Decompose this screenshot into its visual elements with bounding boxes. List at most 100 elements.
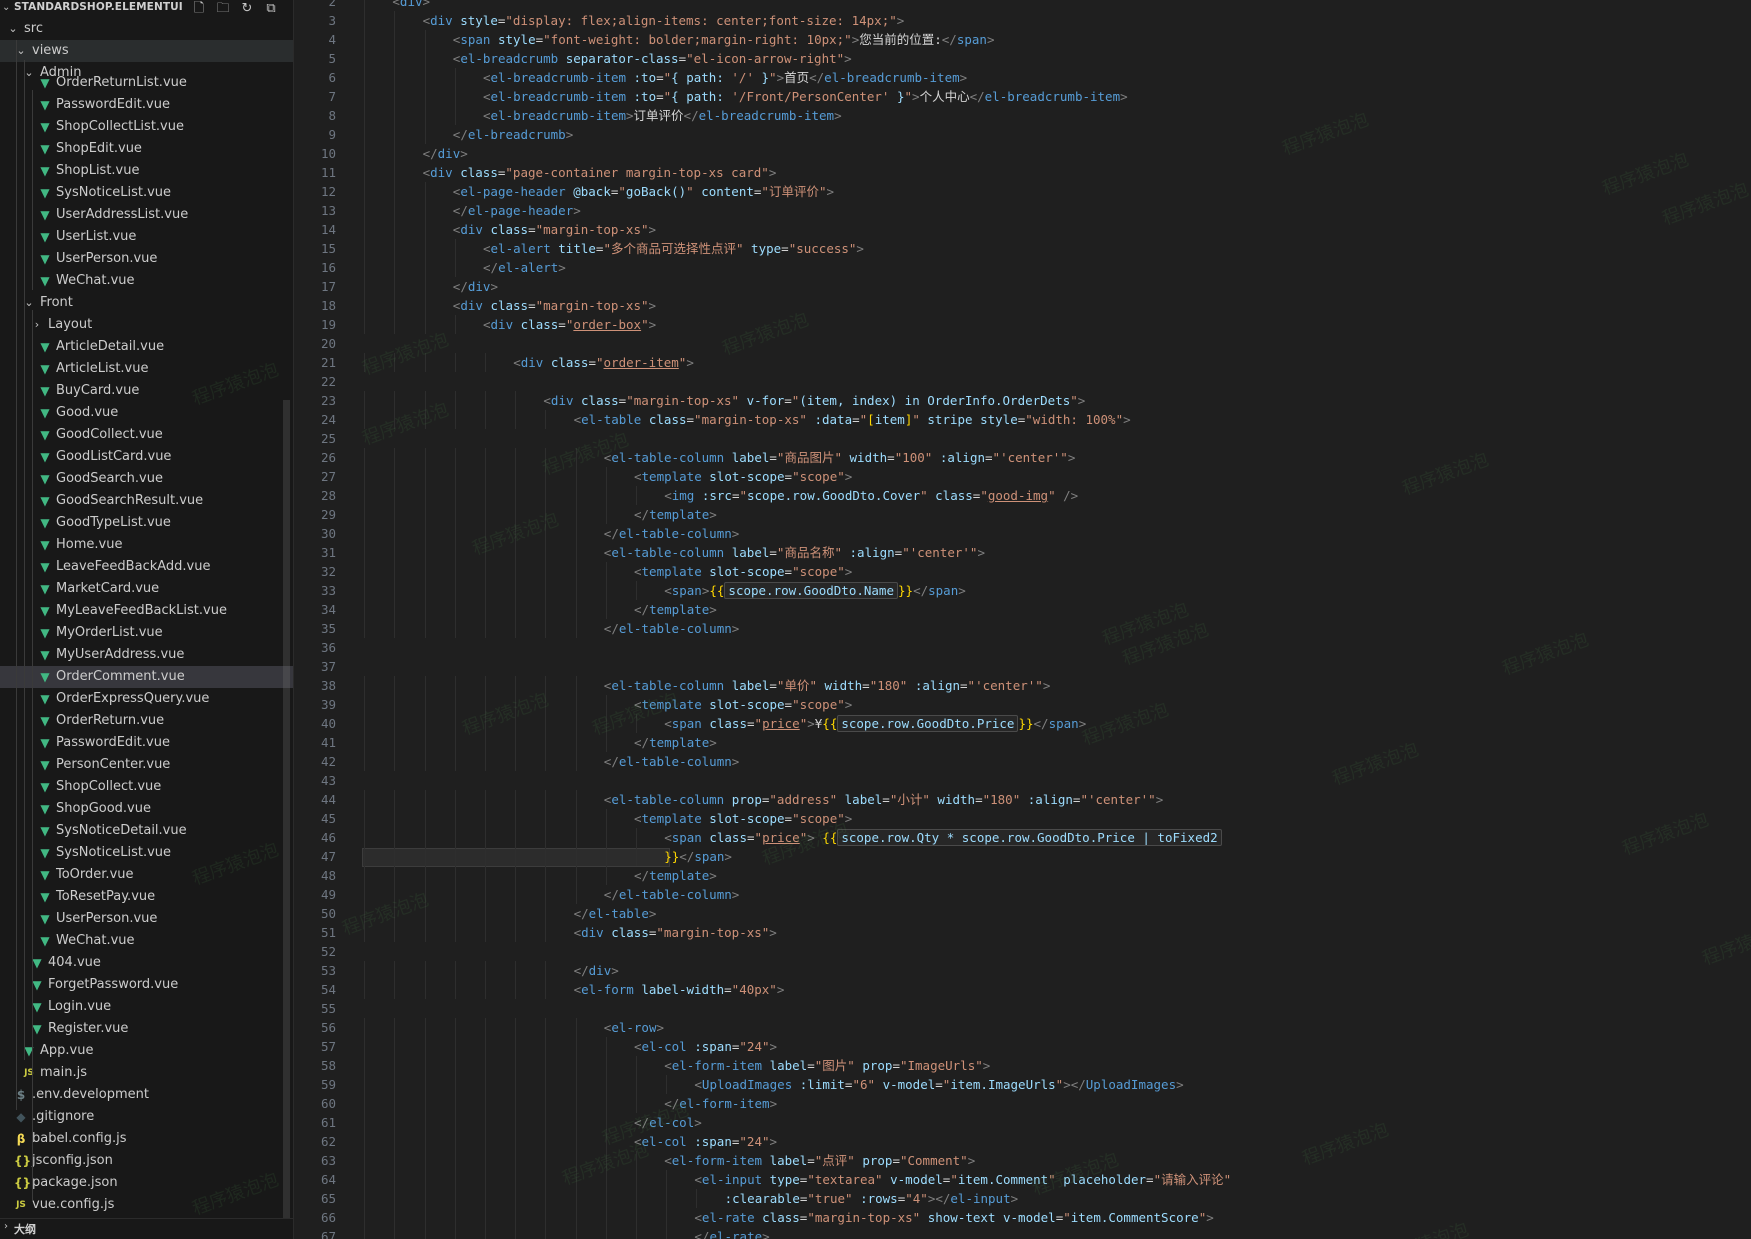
- tree-file[interactable]: ▼ UserPerson.vue: [0, 908, 293, 930]
- code-token: <: [664, 1058, 672, 1073]
- tree-file[interactable]: ▼ MarketCard.vue: [0, 578, 293, 600]
- tree-folder[interactable]: › Layout: [0, 314, 293, 336]
- code-token: style: [497, 32, 536, 47]
- tree-file[interactable]: ▼ App.vue: [0, 1040, 293, 1062]
- tree-file[interactable]: ▼ ShopCollect.vue: [0, 776, 293, 798]
- tree-file[interactable]: {} jsconfig.json: [0, 1150, 293, 1172]
- tree-file[interactable]: ▼ UserAddressList.vue: [0, 204, 293, 226]
- tree-file[interactable]: ▼ UserList.vue: [0, 226, 293, 248]
- new-file-icon[interactable]: 🗋: [191, 1, 207, 17]
- tree-file[interactable]: ▼ UserPerson.vue: [0, 248, 293, 270]
- indent-guide: [394, 125, 396, 144]
- indent-guide: [364, 1227, 366, 1239]
- tree-file[interactable]: ▼ MyLeaveFeedBackList.vue: [0, 600, 293, 622]
- tree-folder[interactable]: ⌄ src: [0, 18, 293, 40]
- code-token: width: [824, 678, 863, 693]
- indent-guide: [394, 410, 396, 429]
- workspace-title[interactable]: STANDARDSHOP.ELEMENTUI: [14, 1, 183, 13]
- tree-file[interactable]: ▼ ArticleDetail.vue: [0, 336, 293, 358]
- indent-guide: [454, 106, 456, 125]
- indent-guide: [364, 961, 366, 980]
- code-editor[interactable]: <div> <div style="display: flex;align-ite…: [362, 0, 1751, 1239]
- tree-file[interactable]: ▼ ForgetPassword.vue: [0, 974, 293, 996]
- code-token: >: [769, 1134, 778, 1149]
- tree-file[interactable]: ▼ LeaveFeedBackAdd.vue: [0, 556, 293, 578]
- tree-file[interactable]: ▼ PasswordEdit.vue: [0, 94, 293, 116]
- line-number: 67: [320, 1229, 336, 1239]
- tree-file[interactable]: ▼ GoodListCard.vue: [0, 446, 293, 468]
- code-token: >: [768, 165, 777, 180]
- indent-guide: [424, 239, 426, 258]
- tree-file[interactable]: JS main.js: [0, 1062, 293, 1084]
- tree-file[interactable]: β babel.config.js: [0, 1128, 293, 1150]
- tree-file[interactable]: {} package.json: [0, 1172, 293, 1194]
- tree-file[interactable]: ▼ OrderExpressQuery.vue: [0, 688, 293, 710]
- indent-guide: [605, 1208, 607, 1227]
- tree-file[interactable]: ▼ SysNoticeDetail.vue: [0, 820, 293, 842]
- code-token: class: [709, 716, 747, 731]
- line-number: 54: [320, 982, 336, 997]
- tree-file[interactable]: ▼ ShopEdit.vue: [0, 138, 293, 160]
- indent-guide: [424, 619, 426, 638]
- tree-file[interactable]: ▼ PasswordEdit.vue: [0, 732, 293, 754]
- tree-file[interactable]: ▼ GoodSearchResult.vue: [0, 490, 293, 512]
- tree-file[interactable]: ▼ ShopCollectList.vue: [0, 116, 293, 138]
- chevron-down-icon[interactable]: ⌄: [2, 2, 10, 13]
- tree-file[interactable]: ▼ Login.vue: [0, 996, 293, 1018]
- indent-guide: [515, 524, 517, 543]
- sidebar-scrollbar[interactable]: [283, 400, 290, 1220]
- tree-file[interactable]: ▼ WeChat.vue: [0, 930, 293, 952]
- tree-file[interactable]: $ .env.development: [0, 1084, 293, 1106]
- collapse-all-icon[interactable]: ⧉: [263, 1, 279, 17]
- indent-guide: [515, 1113, 517, 1132]
- indent-guide: [515, 866, 517, 885]
- code-token: div: [520, 355, 544, 370]
- explorer-actions: 🗋 🗀 ↻ ⧉: [191, 0, 279, 17]
- line-number: 23: [320, 393, 336, 408]
- indent-guide: [515, 562, 517, 581]
- tree-file[interactable]: ▼ SysNoticeList.vue: [0, 182, 293, 204]
- indent-guide: [394, 980, 396, 999]
- tree-file[interactable]: ▼ GoodTypeList.vue: [0, 512, 293, 534]
- tree-file[interactable]: ▼ MyUserAddress.vue: [0, 644, 293, 666]
- tree-file[interactable]: ▼ SysNoticeList.vue: [0, 842, 293, 864]
- tree-file[interactable]: ▼ ShopGood.vue: [0, 798, 293, 820]
- tree-file[interactable]: ▼ Home.vue: [0, 534, 293, 556]
- tree-file[interactable]: ▼ GoodCollect.vue: [0, 424, 293, 446]
- tree-file[interactable]: JS vue.config.js: [0, 1194, 293, 1216]
- indent-guide: [394, 1113, 396, 1132]
- code-token: { path:: [671, 89, 732, 104]
- tree-file[interactable]: ▼ PersonCenter.vue: [0, 754, 293, 776]
- indent-guide: [575, 733, 577, 752]
- tree-folder[interactable]: ⌄ views: [0, 40, 293, 62]
- tree-file[interactable]: ▼ ShopList.vue: [0, 160, 293, 182]
- tree-file[interactable]: ▼ MyOrderList.vue: [0, 622, 293, 644]
- tree-file[interactable]: ▼ ToResetPay.vue: [0, 886, 293, 908]
- outline-section[interactable]: › 大纲: [0, 1218, 293, 1239]
- code-token: <: [543, 393, 551, 408]
- tree-file[interactable]: ▼ Good.vue: [0, 402, 293, 424]
- tree-file[interactable]: ▼ GoodSearch.vue: [0, 468, 293, 490]
- tree-file[interactable]: ▼ WeChat.vue: [0, 270, 293, 292]
- tree-folder[interactable]: ⌄ Front: [0, 292, 293, 314]
- code-line: <span>{{scope.row.GoodDto.Name}}</span>: [664, 581, 966, 600]
- tree-file[interactable]: ▼ Register.vue: [0, 1018, 293, 1040]
- tree-file[interactable]: ▼ OrderReturnList.vue: [0, 72, 293, 94]
- tree-file[interactable]: ▼ BuyCard.vue: [0, 380, 293, 402]
- new-folder-icon[interactable]: 🗀: [215, 1, 231, 17]
- tree-file[interactable]: ▼ ArticleList.vue: [0, 358, 293, 380]
- indent-guide: [424, 1227, 426, 1239]
- indent-guide: [424, 391, 426, 410]
- tree-file[interactable]: ◆ .gitignore: [0, 1106, 293, 1128]
- tree-file[interactable]: ▼ OrderReturn.vue: [0, 710, 293, 732]
- tree-file[interactable]: ▼ 404.vue: [0, 952, 293, 974]
- code-token: "'center'": [992, 450, 1068, 465]
- tree-file[interactable]: ▼ ToOrder.vue: [0, 864, 293, 886]
- code-token: </: [679, 849, 695, 864]
- refresh-icon[interactable]: ↻: [239, 1, 255, 17]
- code-token: <: [573, 412, 582, 427]
- indent-guide: [394, 619, 396, 638]
- tree-file-label: OrderExpressQuery.vue: [56, 691, 210, 706]
- tree-file[interactable]: ▼ OrderComment.vue: [0, 666, 293, 688]
